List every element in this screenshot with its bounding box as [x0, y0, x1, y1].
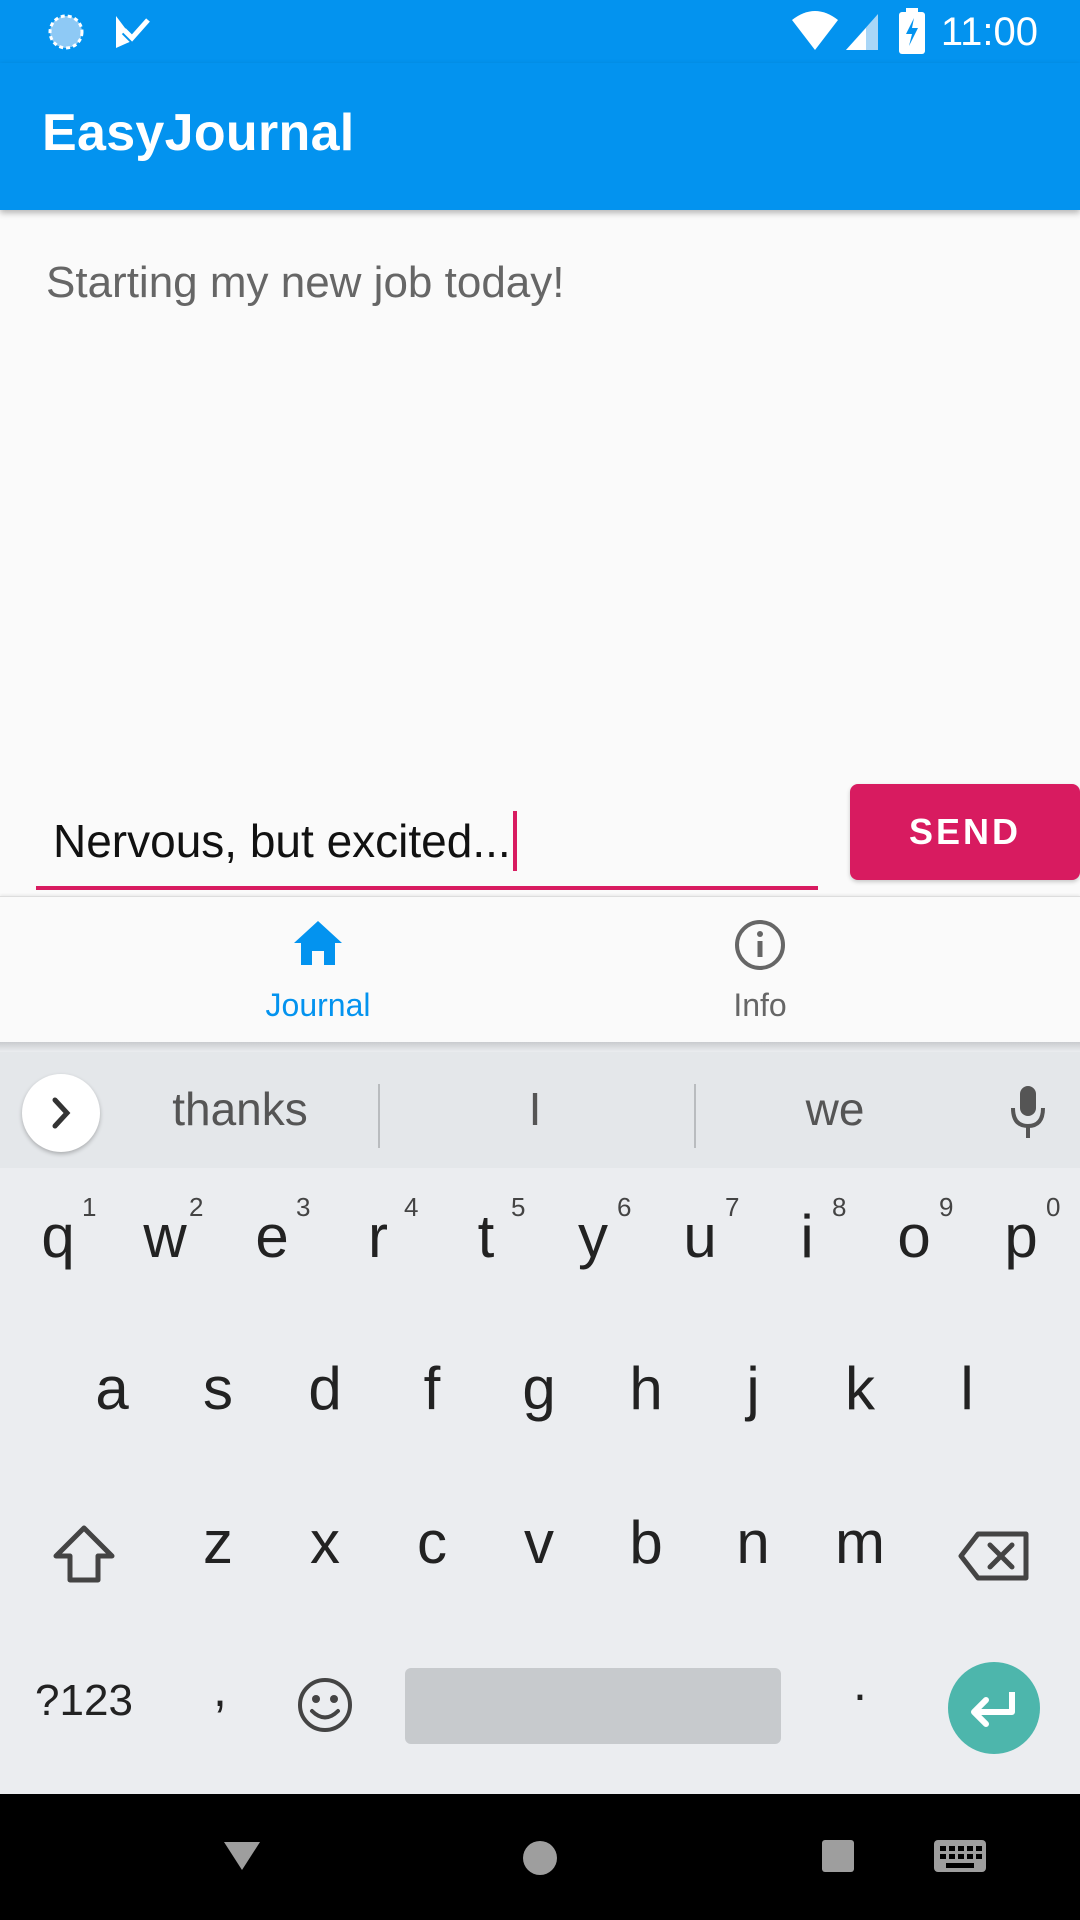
nav-item-info[interactable]: Info — [640, 897, 880, 1043]
key-hint-1: 1 — [82, 1192, 97, 1222]
key-b[interactable]: b — [610, 1508, 682, 1577]
key-a[interactable]: a — [76, 1354, 148, 1423]
key-n[interactable]: n — [717, 1508, 789, 1577]
suggestion-1[interactable]: thanks — [140, 1082, 340, 1136]
key-s[interactable]: s — [182, 1354, 254, 1423]
key-h[interactable]: h — [610, 1354, 682, 1423]
chevron-right-icon — [52, 1097, 71, 1129]
key-x[interactable]: x — [289, 1508, 361, 1577]
entry-input-text[interactable]: Nervous, but excited... — [53, 810, 517, 875]
signal-icon — [846, 14, 878, 50]
suggestion-bar: thanks I we — [0, 1052, 1080, 1168]
send-button[interactable]: SEND — [850, 784, 1080, 880]
entry-input-field[interactable]: Nervous, but excited... — [36, 790, 818, 890]
key-l[interactable]: l — [931, 1354, 1003, 1423]
info-icon — [735, 920, 785, 970]
key-hint-9: 9 — [939, 1192, 954, 1222]
key-k[interactable]: k — [824, 1354, 896, 1423]
suggestion-divider — [378, 1084, 380, 1148]
check-icon — [116, 16, 153, 48]
keyboard-switch-icon[interactable] — [932, 1838, 988, 1874]
key-hint-0: 0 — [1046, 1192, 1061, 1222]
wifi-icon — [792, 11, 838, 50]
text-cursor — [512, 810, 517, 871]
nav-label-info: Info — [733, 987, 787, 1023]
soft-keyboard: thanks I we q 1 w 2 e 3 r 4 t 5 y 6 u 7 … — [0, 1042, 1080, 1794]
key-hint-3: 3 — [296, 1192, 311, 1222]
key-hint-6: 6 — [617, 1192, 632, 1222]
key-f[interactable]: f — [396, 1354, 468, 1423]
suggestion-divider — [694, 1084, 696, 1148]
key-hint-5: 5 — [511, 1192, 526, 1222]
app-bar: EasyJournal — [0, 63, 1080, 210]
nav-label-journal: Journal — [265, 987, 371, 1023]
system-nav-bar — [0, 1794, 1080, 1920]
key-j[interactable]: j — [717, 1354, 789, 1423]
key-comma[interactable]: , — [190, 1660, 250, 1718]
recents-icon[interactable] — [820, 1838, 856, 1874]
journal-content: Starting my new job today! Nervous, but … — [0, 210, 1080, 896]
key-hint-2: 2 — [189, 1192, 204, 1222]
expand-suggestions-button[interactable] — [22, 1074, 100, 1152]
home-button-icon[interactable] — [520, 1838, 560, 1878]
microphone-icon[interactable] — [1008, 1084, 1048, 1140]
shift-icon[interactable] — [52, 1524, 116, 1584]
enter-icon — [971, 1692, 1015, 1727]
nav-item-journal[interactable]: Journal — [198, 897, 438, 1043]
key-v[interactable]: v — [503, 1508, 575, 1577]
keyboard-shadow — [0, 1042, 1080, 1052]
bottom-navigation: Journal Info — [0, 896, 1080, 1043]
status-bar: 11:00 — [0, 0, 1080, 63]
sync-icon — [48, 14, 84, 50]
suggestion-3[interactable]: we — [735, 1082, 935, 1136]
journal-entry: Starting my new job today! — [46, 258, 565, 307]
suggestion-2[interactable]: I — [435, 1082, 635, 1136]
app-title: EasyJournal — [42, 104, 355, 162]
key-hint-7: 7 — [725, 1192, 740, 1222]
key-hint-4: 4 — [404, 1192, 419, 1222]
key-hint-8: 8 — [832, 1192, 847, 1222]
key-c[interactable]: c — [396, 1508, 468, 1577]
key-d[interactable]: d — [289, 1354, 361, 1423]
space-bar[interactable] — [405, 1668, 781, 1744]
key-m[interactable]: m — [824, 1508, 896, 1577]
backspace-icon[interactable] — [958, 1530, 1030, 1582]
home-icon — [294, 921, 342, 965]
clock: 11:00 — [940, 10, 1038, 54]
back-icon[interactable] — [222, 1838, 262, 1874]
key-z[interactable]: z — [182, 1508, 254, 1577]
enter-key[interactable] — [948, 1662, 1040, 1754]
battery-charging-icon — [899, 8, 925, 54]
key-period[interactable]: . — [830, 1654, 890, 1712]
emoji-icon[interactable] — [296, 1676, 354, 1734]
symbols-key[interactable]: ?123 — [24, 1676, 144, 1726]
key-g[interactable]: g — [503, 1354, 575, 1423]
